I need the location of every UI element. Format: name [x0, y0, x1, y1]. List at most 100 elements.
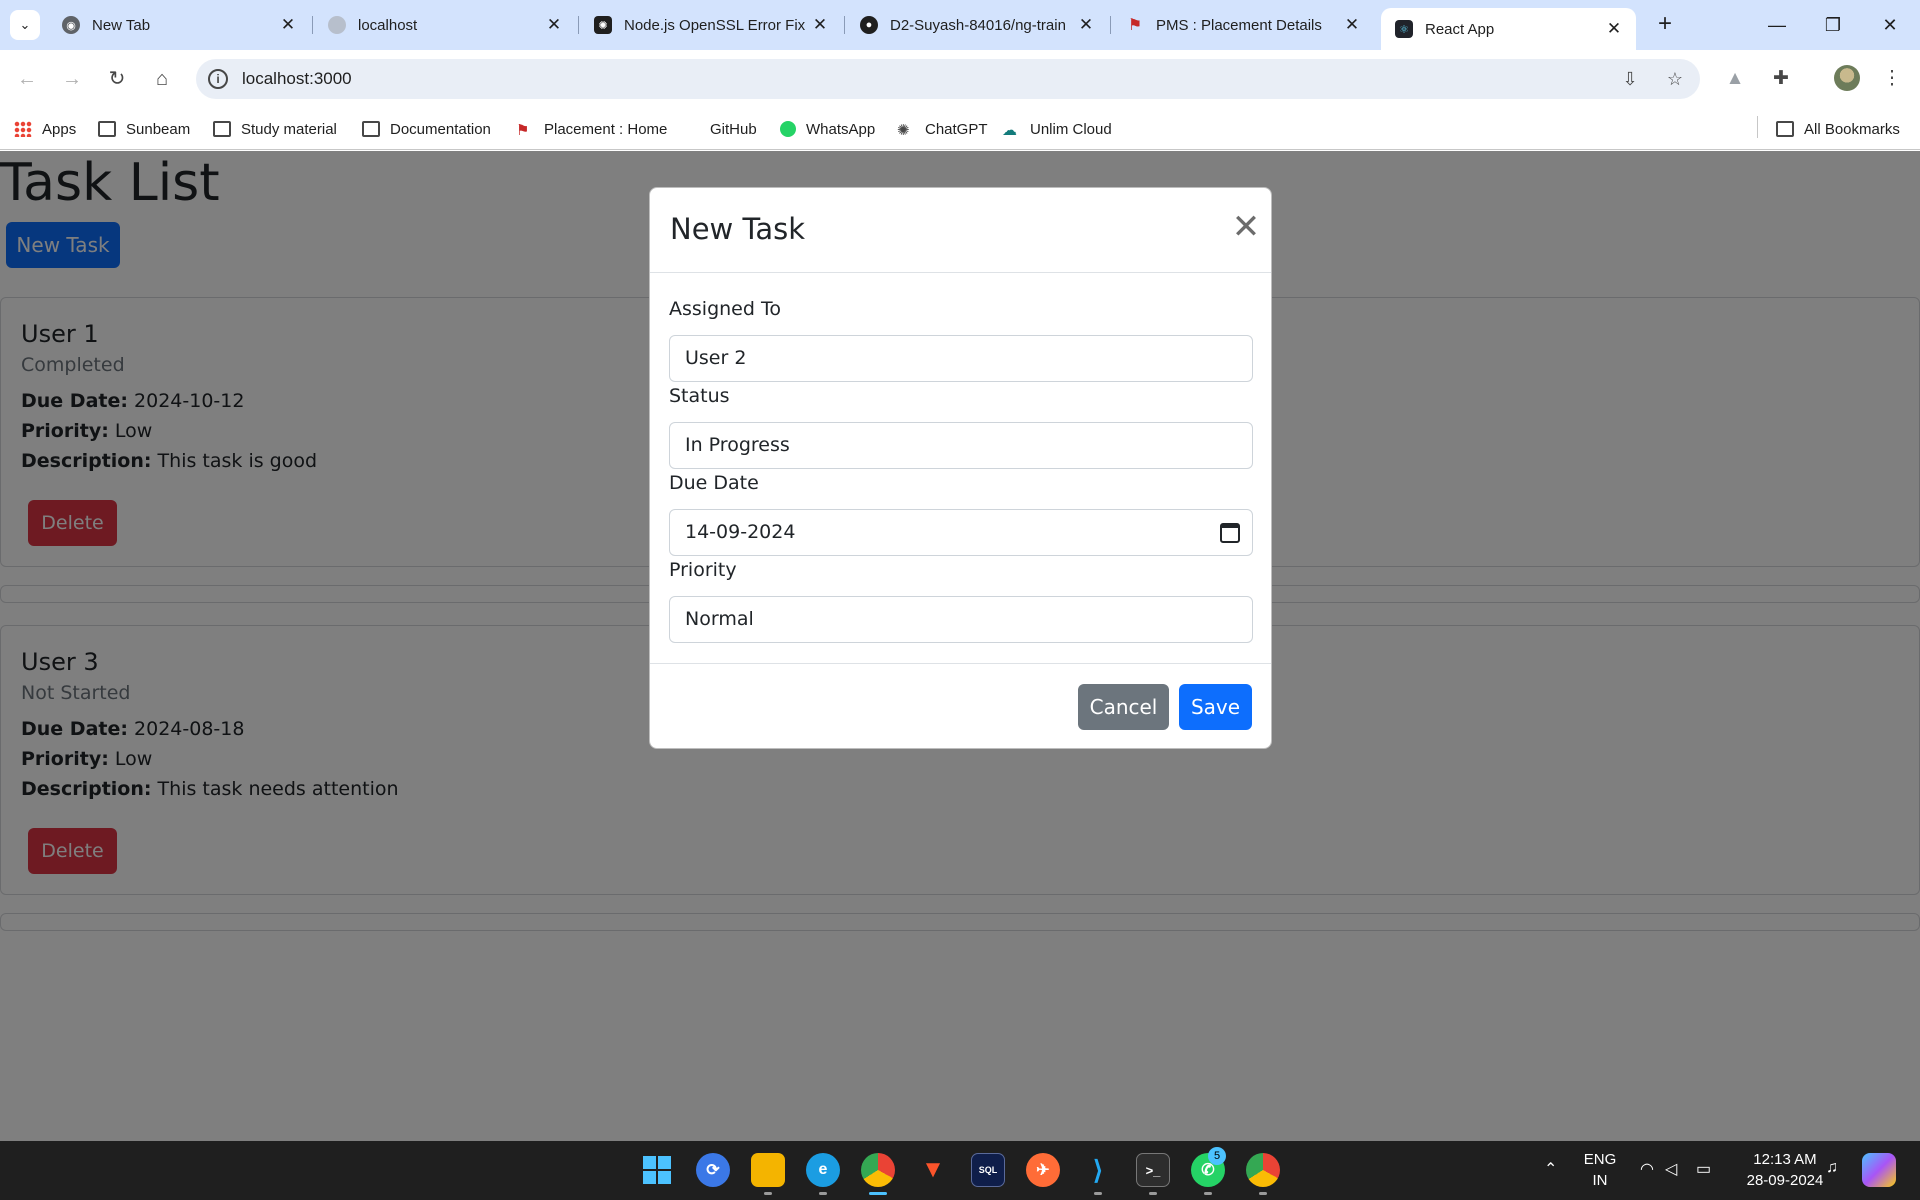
chrome-icon: ◉	[62, 16, 80, 34]
sql-app-icon[interactable]: SQL	[971, 1153, 1005, 1187]
assigned-to-value: User 2	[685, 347, 747, 369]
chrome-profile-icon[interactable]	[1246, 1153, 1280, 1187]
install-app-icon[interactable]: ⇩	[1618, 67, 1642, 91]
forward-button[interactable]: →	[57, 64, 87, 94]
back-button[interactable]: ←	[12, 64, 42, 94]
tab-github[interactable]: ● D2-Suyash-84016/ng-train ✕	[846, 8, 1108, 42]
page-viewport: Task List New Task User 1 Completed Due …	[0, 151, 1920, 1141]
close-window-button[interactable]: ✕	[1870, 10, 1910, 40]
notification-bell-icon[interactable]: ♫	[1826, 1159, 1838, 1177]
sync-app-icon[interactable]: ⟳	[696, 1153, 730, 1187]
wifi-icon[interactable]: ◠	[1640, 1159, 1654, 1179]
tab-search-button[interactable]: ⌄	[10, 10, 40, 40]
close-icon[interactable]: ✕	[1076, 15, 1096, 35]
language-indicator[interactable]: ENG	[1580, 1151, 1620, 1168]
apps-grid-icon	[14, 121, 32, 137]
bookmarks-divider	[1757, 116, 1758, 138]
close-icon[interactable]: ✕	[1604, 19, 1624, 39]
tab-new-tab[interactable]: ◉ New Tab ✕	[48, 8, 310, 42]
bookmark-chatgpt[interactable]: ✺ ChatGPT	[897, 116, 988, 142]
bookmark-star-icon[interactable]: ☆	[1663, 67, 1687, 91]
brave-icon[interactable]: ▼	[916, 1153, 950, 1187]
clock-date[interactable]: 28-09-2024	[1730, 1172, 1840, 1189]
tab-openssl[interactable]: ✺ Node.js OpenSSL Error Fix ✕	[580, 8, 842, 42]
bookmark-label: ChatGPT	[925, 120, 988, 138]
postman-icon[interactable]: ✈	[1026, 1153, 1060, 1187]
running-indicator	[1149, 1192, 1157, 1195]
vscode-icon[interactable]: ⟩	[1081, 1153, 1115, 1187]
bookmark-unlim-cloud[interactable]: ☁ Unlim Cloud	[1002, 116, 1112, 142]
region-indicator[interactable]: IN	[1580, 1172, 1620, 1189]
reload-button[interactable]: ↻	[102, 64, 132, 94]
tab-separator	[844, 16, 845, 34]
priority-label: Priority	[669, 559, 737, 581]
tab-title: React App	[1425, 20, 1495, 38]
bookmark-whatsapp[interactable]: WhatsApp	[780, 116, 875, 142]
bookmark-sunbeam[interactable]: Sunbeam	[98, 116, 190, 142]
battery-icon[interactable]: ▭	[1696, 1159, 1711, 1179]
new-task-modal: New Task ✕ Assigned To User 2 Status In …	[649, 187, 1272, 749]
all-bookmarks-button[interactable]: All Bookmarks	[1776, 116, 1900, 142]
due-date-value: 14-09-2024	[685, 521, 796, 543]
bookmark-placement-home[interactable]: ⚑ Placement : Home	[516, 116, 667, 142]
status-label: Status	[669, 385, 730, 407]
bookmark-github[interactable]: GitHub	[710, 116, 757, 142]
close-icon[interactable]: ✕	[544, 15, 564, 35]
tab-react-app[interactable]: ⚛ React App ✕	[1381, 8, 1636, 50]
chevron-down-icon: ⌄	[19, 17, 31, 32]
site-info-icon[interactable]: i	[208, 69, 228, 89]
tab-title: Node.js OpenSSL Error Fix	[624, 16, 806, 34]
close-icon[interactable]: ✕	[1230, 210, 1262, 244]
terminal-icon[interactable]: >_	[1136, 1153, 1170, 1187]
close-icon[interactable]: ✕	[1342, 15, 1362, 35]
edge-icon[interactable]: e	[806, 1153, 840, 1187]
chrome-icon[interactable]	[861, 1153, 895, 1187]
copilot-icon[interactable]	[1862, 1153, 1896, 1187]
url-text: localhost:3000	[242, 69, 352, 88]
bookmark-label: Documentation	[390, 120, 491, 138]
windows-start-icon[interactable]	[640, 1153, 674, 1187]
folder-icon	[213, 121, 231, 137]
tab-title: localhost	[358, 16, 418, 34]
tab-separator	[312, 16, 313, 34]
bookmark-documentation[interactable]: Documentation	[362, 116, 491, 142]
status-input[interactable]: In Progress	[669, 422, 1253, 469]
minimize-button[interactable]: —	[1757, 10, 1797, 40]
modal-header: New Task ✕	[650, 188, 1271, 273]
address-bar[interactable]: i localhost:3000 ⇩ ☆	[196, 59, 1700, 99]
home-icon[interactable]: ⌂	[147, 64, 177, 94]
avatar[interactable]	[1834, 65, 1860, 91]
clock-time[interactable]: 12:13 AM	[1730, 1151, 1840, 1168]
priority-input[interactable]: Normal	[669, 596, 1253, 643]
bookmark-label: Placement : Home	[544, 120, 668, 138]
menu-kebab-icon[interactable]: ⋮	[1877, 64, 1907, 94]
save-button[interactable]: Save	[1179, 684, 1252, 730]
bookmark-study-material[interactable]: Study material	[213, 116, 337, 142]
priority-value: Normal	[685, 608, 754, 630]
close-icon[interactable]: ✕	[810, 15, 830, 35]
modal-title: New Task	[670, 212, 806, 246]
due-date-input[interactable]: 14-09-2024	[669, 509, 1253, 556]
bookmark-label: WhatsApp	[806, 120, 876, 138]
restore-button[interactable]: ❐	[1813, 10, 1853, 40]
file-explorer-icon[interactable]	[751, 1153, 785, 1187]
github-icon: ●	[860, 16, 878, 34]
whatsapp-icon	[780, 121, 796, 137]
assigned-to-input[interactable]: User 2	[669, 335, 1253, 382]
chatgpt-icon: ✺	[594, 16, 612, 34]
tab-title: D2-Suyash-84016/ng-train	[890, 16, 1066, 34]
bookmark-apps[interactable]: Apps	[14, 116, 76, 142]
tab-pms[interactable]: ⚑ PMS : Placement Details ✕	[1112, 8, 1374, 42]
extensions-puzzle-icon[interactable]: ✚	[1766, 64, 1796, 94]
close-icon[interactable]: ✕	[278, 15, 298, 35]
tab-localhost[interactable]: localhost ✕	[314, 8, 576, 42]
assigned-to-label: Assigned To	[669, 298, 781, 320]
extension-icon[interactable]: ▲	[1720, 64, 1750, 94]
calendar-icon[interactable]	[1220, 523, 1240, 543]
browser-toolbar: ← → ↻ ⌂ i localhost:3000 ⇩ ☆ ▲ ✚ ⋮	[0, 50, 1920, 108]
cloud-icon: ☁	[1002, 122, 1017, 139]
new-tab-button[interactable]: +	[1650, 10, 1680, 40]
cancel-button[interactable]: Cancel	[1078, 684, 1169, 730]
volume-icon[interactable]: ◁	[1665, 1159, 1677, 1179]
chevron-up-icon[interactable]: ⌃	[1544, 1159, 1557, 1179]
